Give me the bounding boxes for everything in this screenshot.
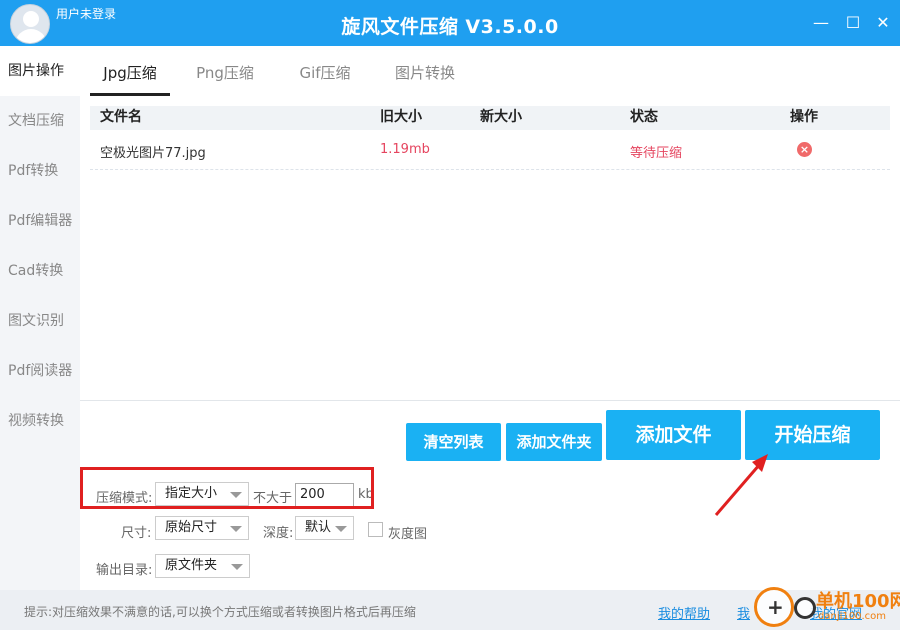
table-header: 文件名 旧大小 新大小 状态 操作 <box>90 106 890 130</box>
annotation-arrow-icon <box>714 454 768 516</box>
grayscale-label: 灰度图 <box>388 527 428 542</box>
sidebar-item-pdf-editor[interactable]: Pdf编辑器 <box>0 196 80 246</box>
chevron-down-icon <box>231 564 243 570</box>
depth-value: 默认 <box>305 520 332 535</box>
feedback-link[interactable]: 我 <box>737 603 750 622</box>
sidebar-item-image-ops[interactable]: 图片操作 <box>0 46 80 96</box>
sidebar-item-pdf-reader[interactable]: Pdf阅读器 <box>0 346 80 396</box>
header-old-size: 旧大小 <box>380 109 422 125</box>
tab-bar: Jpg压缩 Png压缩 Gif压缩 图片转换 <box>80 50 900 96</box>
highlight-annotation <box>80 467 374 509</box>
minimize-icon[interactable]: — <box>810 12 832 34</box>
header-new-size: 新大小 <box>480 109 522 125</box>
delete-icon[interactable]: × <box>797 142 812 157</box>
help-link[interactable]: 我的帮助 <box>658 603 710 622</box>
watermark-dot-icon <box>794 597 816 619</box>
add-folder-button[interactable]: 添加文件夹 <box>506 423 602 461</box>
output-dir-select[interactable]: 原文件夹 <box>155 554 250 578</box>
title-bar: 用户未登录 旋风文件压缩 V3.5.0.0 — ☐ ✕ <box>0 0 900 46</box>
old-size-cell: 1.19mb <box>380 142 430 157</box>
watermark-circle-icon: + <box>754 587 794 627</box>
tab-gif-compress[interactable]: Gif压缩 <box>294 50 356 96</box>
app-title: 旋风文件压缩 V3.5.0.0 <box>341 16 559 38</box>
table-row[interactable]: 空极光图片77.jpg 1.19mb 等待压缩 × <box>90 130 890 170</box>
close-icon[interactable]: ✕ <box>872 12 894 34</box>
sidebar-item-cad-convert[interactable]: Cad转换 <box>0 246 80 296</box>
file-table: 文件名 旧大小 新大小 状态 操作 空极光图片77.jpg 1.19mb 等待压… <box>90 106 890 170</box>
output-dir-value: 原文件夹 <box>165 558 218 573</box>
status-cell: 等待压缩 <box>630 146 683 161</box>
chevron-down-icon <box>335 526 347 532</box>
footer-tip: 提示:对压缩效果不满意的话,可以换个方式压缩或者转换图片格式后再压缩 <box>24 605 416 619</box>
sidebar-item-pdf-convert[interactable]: Pdf转换 <box>0 146 80 196</box>
size-select[interactable]: 原始尺寸 <box>155 516 249 540</box>
size-value: 原始尺寸 <box>165 520 218 535</box>
watermark-subtext: danji100.com <box>818 611 886 622</box>
sidebar-item-doc-compress[interactable]: 文档压缩 <box>0 96 80 146</box>
file-name-cell: 空极光图片77.jpg <box>100 146 206 161</box>
tab-png-compress[interactable]: Png压缩 <box>190 50 260 96</box>
size-label: 尺寸: <box>121 526 152 541</box>
watermark-text: 单机100网 <box>816 591 900 612</box>
maximize-icon[interactable]: ☐ <box>842 12 864 34</box>
grayscale-checkbox[interactable] <box>368 522 383 537</box>
depth-label: 深度: <box>263 526 294 541</box>
depth-select[interactable]: 默认 <box>295 516 354 540</box>
sidebar: 图片操作 文档压缩 Pdf转换 Pdf编辑器 Cad转换 图文识别 Pdf阅读器… <box>0 46 80 590</box>
header-status: 状态 <box>630 109 658 125</box>
watermark-logo: + 单机100网 danji100.com <box>754 585 900 630</box>
header-operation: 操作 <box>790 109 818 125</box>
output-dir-label: 输出目录: <box>96 563 153 578</box>
tab-jpg-compress[interactable]: Jpg压缩 <box>90 50 170 96</box>
chevron-down-icon <box>230 526 242 532</box>
tab-image-convert[interactable]: 图片转换 <box>390 50 460 96</box>
divider <box>80 400 900 401</box>
sidebar-item-video-convert[interactable]: 视频转换 <box>0 396 80 446</box>
sidebar-item-ocr[interactable]: 图文识别 <box>0 296 80 346</box>
header-filename: 文件名 <box>100 109 142 125</box>
clear-list-button[interactable]: 清空列表 <box>406 423 501 461</box>
